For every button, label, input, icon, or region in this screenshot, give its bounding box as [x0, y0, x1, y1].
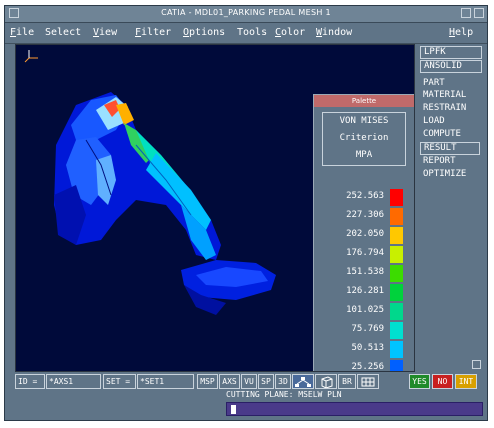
palette-title[interactable]: Palette: [314, 95, 414, 107]
axis-triad-icon: [24, 50, 38, 63]
legend-value: 252.563: [346, 191, 384, 201]
legend-swatch: [390, 322, 403, 339]
legend-swatch: [390, 341, 403, 358]
axs-button[interactable]: AXS: [219, 374, 240, 389]
menu-filter[interactable]: Filter: [135, 27, 171, 38]
legend-value: 25.256: [351, 362, 384, 372]
3d-viewport[interactable]: Palette VON MISES Criterion MPA 252.563 2…: [15, 44, 415, 372]
menu-item-optimize[interactable]: OPTIMIZE: [423, 169, 466, 180]
catia-window: CATIA - MDL01_PARKING PEDAL MESH 1 File …: [4, 5, 488, 421]
status-message: CUTTING PLANE: MSELW PLN: [226, 390, 342, 399]
text-cursor: [231, 405, 236, 414]
parking-pedal-mesh: [54, 92, 276, 315]
legend-swatch: [390, 265, 403, 282]
palette-dialog[interactable]: Palette VON MISES Criterion MPA 252.563 2…: [313, 94, 414, 372]
criterion-line: MPA: [355, 150, 373, 160]
module-panel: LPFK ANSOLID PART MATERIAL RESTRAIN LOAD…: [420, 44, 483, 372]
legend-swatch: [390, 227, 403, 244]
lpfk-button[interactable]: LPFK: [420, 46, 482, 59]
menu-bar: File Select View Filter Options Tools Co…: [5, 23, 487, 44]
menu-color[interactable]: Color: [275, 27, 305, 38]
menu-window[interactable]: Window: [316, 27, 352, 38]
yes-button[interactable]: YES: [409, 374, 430, 389]
id-label: ID =: [15, 374, 45, 389]
legend-swatch: [390, 208, 403, 225]
legend-swatch: [390, 284, 403, 301]
legend-value: 50.513: [351, 343, 384, 353]
resize-corner-icon[interactable]: [472, 360, 481, 369]
menu-item-restrain[interactable]: RESTRAIN: [423, 103, 466, 114]
msp-button[interactable]: MSP: [197, 374, 218, 389]
menu-file[interactable]: File: [10, 27, 34, 38]
ansolid-button[interactable]: ANSOLID: [420, 60, 482, 73]
vu-button[interactable]: VU: [241, 374, 257, 389]
menu-item-load[interactable]: LOAD: [423, 116, 445, 127]
criterion-line: Criterion: [339, 133, 389, 143]
command-input[interactable]: [226, 402, 483, 416]
menu-help[interactable]: Help: [449, 27, 473, 38]
bottom-toolbar: ID = *AXS1 SET = *SET1 MSP AXS VU SP 3D …: [15, 374, 483, 390]
window-title: CATIA - MDL01_PARKING PEDAL MESH 1: [161, 8, 331, 17]
menu-tools[interactable]: Tools: [237, 27, 267, 38]
3d-button[interactable]: 3D: [275, 374, 291, 389]
menu-options[interactable]: Options: [183, 27, 225, 38]
network-icon[interactable]: [292, 374, 314, 389]
legend-value: 176.794: [346, 248, 384, 258]
menu-item-compute[interactable]: COMPUTE: [423, 129, 461, 140]
maximize-icon[interactable]: [474, 8, 484, 18]
int-button[interactable]: INT: [455, 374, 477, 389]
cube-icon[interactable]: [315, 374, 337, 389]
mesh-icon[interactable]: [357, 374, 379, 389]
no-button[interactable]: NO: [432, 374, 453, 389]
br-button[interactable]: BR: [338, 374, 356, 389]
criterion-box: VON MISES Criterion MPA: [322, 112, 406, 166]
legend-value: 101.025: [346, 305, 384, 315]
menu-item-part[interactable]: PART: [423, 78, 445, 89]
title-bar: CATIA - MDL01_PARKING PEDAL MESH 1: [5, 6, 487, 23]
legend-swatch: [390, 303, 403, 320]
legend-value: 202.050: [346, 229, 384, 239]
set-field[interactable]: *SET1: [137, 374, 194, 389]
set-label: SET =: [103, 374, 136, 389]
criterion-line: VON MISES: [339, 116, 389, 126]
legend-value: 75.769: [351, 324, 384, 334]
legend-value: 151.538: [346, 267, 384, 277]
id-field[interactable]: *AXS1: [46, 374, 101, 389]
sp-button[interactable]: SP: [258, 374, 274, 389]
legend-swatch: [390, 246, 403, 263]
minimize-icon[interactable]: [461, 8, 471, 18]
legend-swatch: [390, 189, 403, 206]
menu-item-report[interactable]: REPORT: [423, 156, 456, 167]
menu-select[interactable]: Select: [45, 27, 81, 38]
menu-view[interactable]: View: [93, 27, 117, 38]
menu-item-result[interactable]: RESULT: [420, 142, 480, 155]
menu-item-material[interactable]: MATERIAL: [423, 90, 466, 101]
legend-value: 227.306: [346, 210, 384, 220]
legend-value: 126.281: [346, 286, 384, 296]
legend-swatch: [390, 360, 403, 371]
